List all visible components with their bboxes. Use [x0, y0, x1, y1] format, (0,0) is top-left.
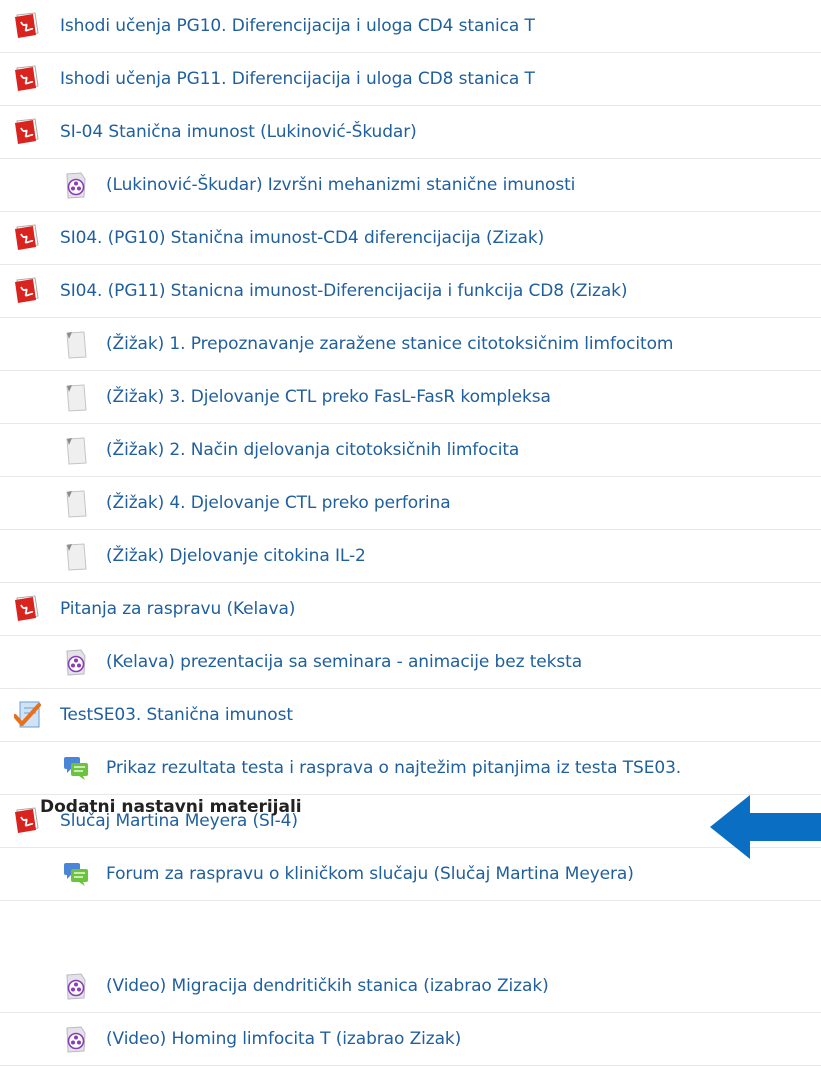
activity-item[interactable]: (Žižak) 3. Djelovanje CTL preko FasL-Fas… [0, 371, 821, 424]
quiz-icon [13, 700, 42, 730]
activity-item[interactable]: (Video) Homing limfocita T (izabrao Ziza… [0, 1013, 821, 1066]
media-file-icon [62, 171, 90, 201]
activity-link[interactable]: Forum za raspravu o kliničkom slučaju (S… [106, 864, 634, 884]
activity-link[interactable]: (Kelava) prezentacija sa seminara - anim… [106, 652, 582, 672]
generic-file-icon [62, 489, 90, 519]
activity-item[interactable]: Pitanja za raspravu (Kelava) [0, 583, 821, 636]
activity-item[interactable]: (Kelava) prezentacija sa seminara - anim… [0, 636, 821, 689]
media-file-icon [62, 648, 90, 678]
activity-link[interactable]: TestSE03. Stanična imunost [60, 705, 293, 725]
activity-item[interactable]: (Video) Migracija dendritičkih stanica (… [0, 960, 821, 1013]
pdf-file-icon [14, 276, 42, 306]
activity-item[interactable]: Prikaz rezultata testa i rasprava o najt… [0, 742, 821, 795]
pdf-file-icon [14, 223, 42, 253]
activity-link[interactable]: (Žižak) Djelovanje citokina IL-2 [106, 546, 366, 566]
activity-item[interactable]: (Lukinović-Škudar) Izvršni mehanizmi sta… [0, 159, 821, 212]
activity-link[interactable]: (Žižak) 4. Djelovanje CTL preko perforin… [106, 493, 451, 513]
forum-icon [62, 754, 90, 784]
activity-link[interactable]: SI04. (PG10) Stanična imunost-CD4 difere… [60, 228, 544, 248]
activity-item[interactable]: Ishodi učenja PG11. Diferencijacija i ul… [0, 53, 821, 106]
activity-link[interactable]: (Žižak) 2. Način djelovanja citotoksični… [106, 440, 519, 460]
generic-file-icon [62, 542, 90, 572]
activity-item[interactable]: SI04. (PG11) Stanicna imunost-Diferencij… [0, 265, 821, 318]
activity-item[interactable]: Forum za raspravu o kliničkom slučaju (S… [0, 848, 821, 901]
pdf-file-icon [14, 806, 42, 836]
activity-item[interactable]: (Žižak) 1. Prepoznavanje zaražene stanic… [0, 318, 821, 371]
arrow-pointer-icon [710, 795, 821, 859]
pdf-file-icon [14, 11, 42, 41]
activity-link[interactable]: Ishodi učenja PG10. Diferencijacija i ul… [60, 16, 535, 36]
activity-link[interactable]: (Video) Migracija dendritičkih stanica (… [106, 976, 549, 996]
generic-file-icon [62, 436, 90, 466]
generic-file-icon [62, 330, 90, 360]
activity-item[interactable]: TestSE03. Stanična imunost [0, 689, 821, 742]
activity-link[interactable]: (Lukinović-Škudar) Izvršni mehanizmi sta… [106, 175, 575, 195]
activity-item[interactable]: SI04. (PG10) Stanična imunost-CD4 difere… [0, 212, 821, 265]
activity-item[interactable]: Ishodi učenja PG10. Diferencijacija i ul… [0, 0, 821, 53]
activity-link[interactable]: (Žižak) 1. Prepoznavanje zaražene stanic… [106, 334, 673, 354]
activity-link[interactable]: Ishodi učenja PG11. Diferencijacija i ul… [60, 69, 535, 89]
pdf-file-icon [14, 117, 42, 147]
media-file-icon [62, 972, 90, 1002]
activity-item[interactable]: SI-04 Stanična imunost (Lukinović-Škudar… [0, 106, 821, 159]
activity-link[interactable]: Prikaz rezultata testa i rasprava o najt… [106, 758, 681, 778]
activity-item[interactable]: (Žižak) 2. Način djelovanja citotoksični… [0, 424, 821, 477]
activity-link[interactable]: Pitanja za raspravu (Kelava) [60, 599, 295, 619]
activity-link[interactable]: SI04. (PG11) Stanicna imunost-Diferencij… [60, 281, 628, 301]
media-file-icon [62, 1025, 90, 1055]
section-title: Dodatni nastavni materijali [40, 797, 302, 817]
pdf-file-icon [14, 64, 42, 94]
pdf-file-icon [14, 594, 42, 624]
activity-item[interactable]: (Žižak) Djelovanje citokina IL-2 [0, 530, 821, 583]
activity-link[interactable]: (Žižak) 3. Djelovanje CTL preko FasL-Fas… [106, 387, 551, 407]
activity-link[interactable]: SI-04 Stanična imunost (Lukinović-Škudar… [60, 122, 417, 142]
activity-item[interactable]: (Žižak) 4. Djelovanje CTL preko perforin… [0, 477, 821, 530]
forum-icon [62, 860, 90, 890]
activity-link[interactable]: (Video) Homing limfocita T (izabrao Ziza… [106, 1029, 461, 1049]
generic-file-icon [62, 383, 90, 413]
